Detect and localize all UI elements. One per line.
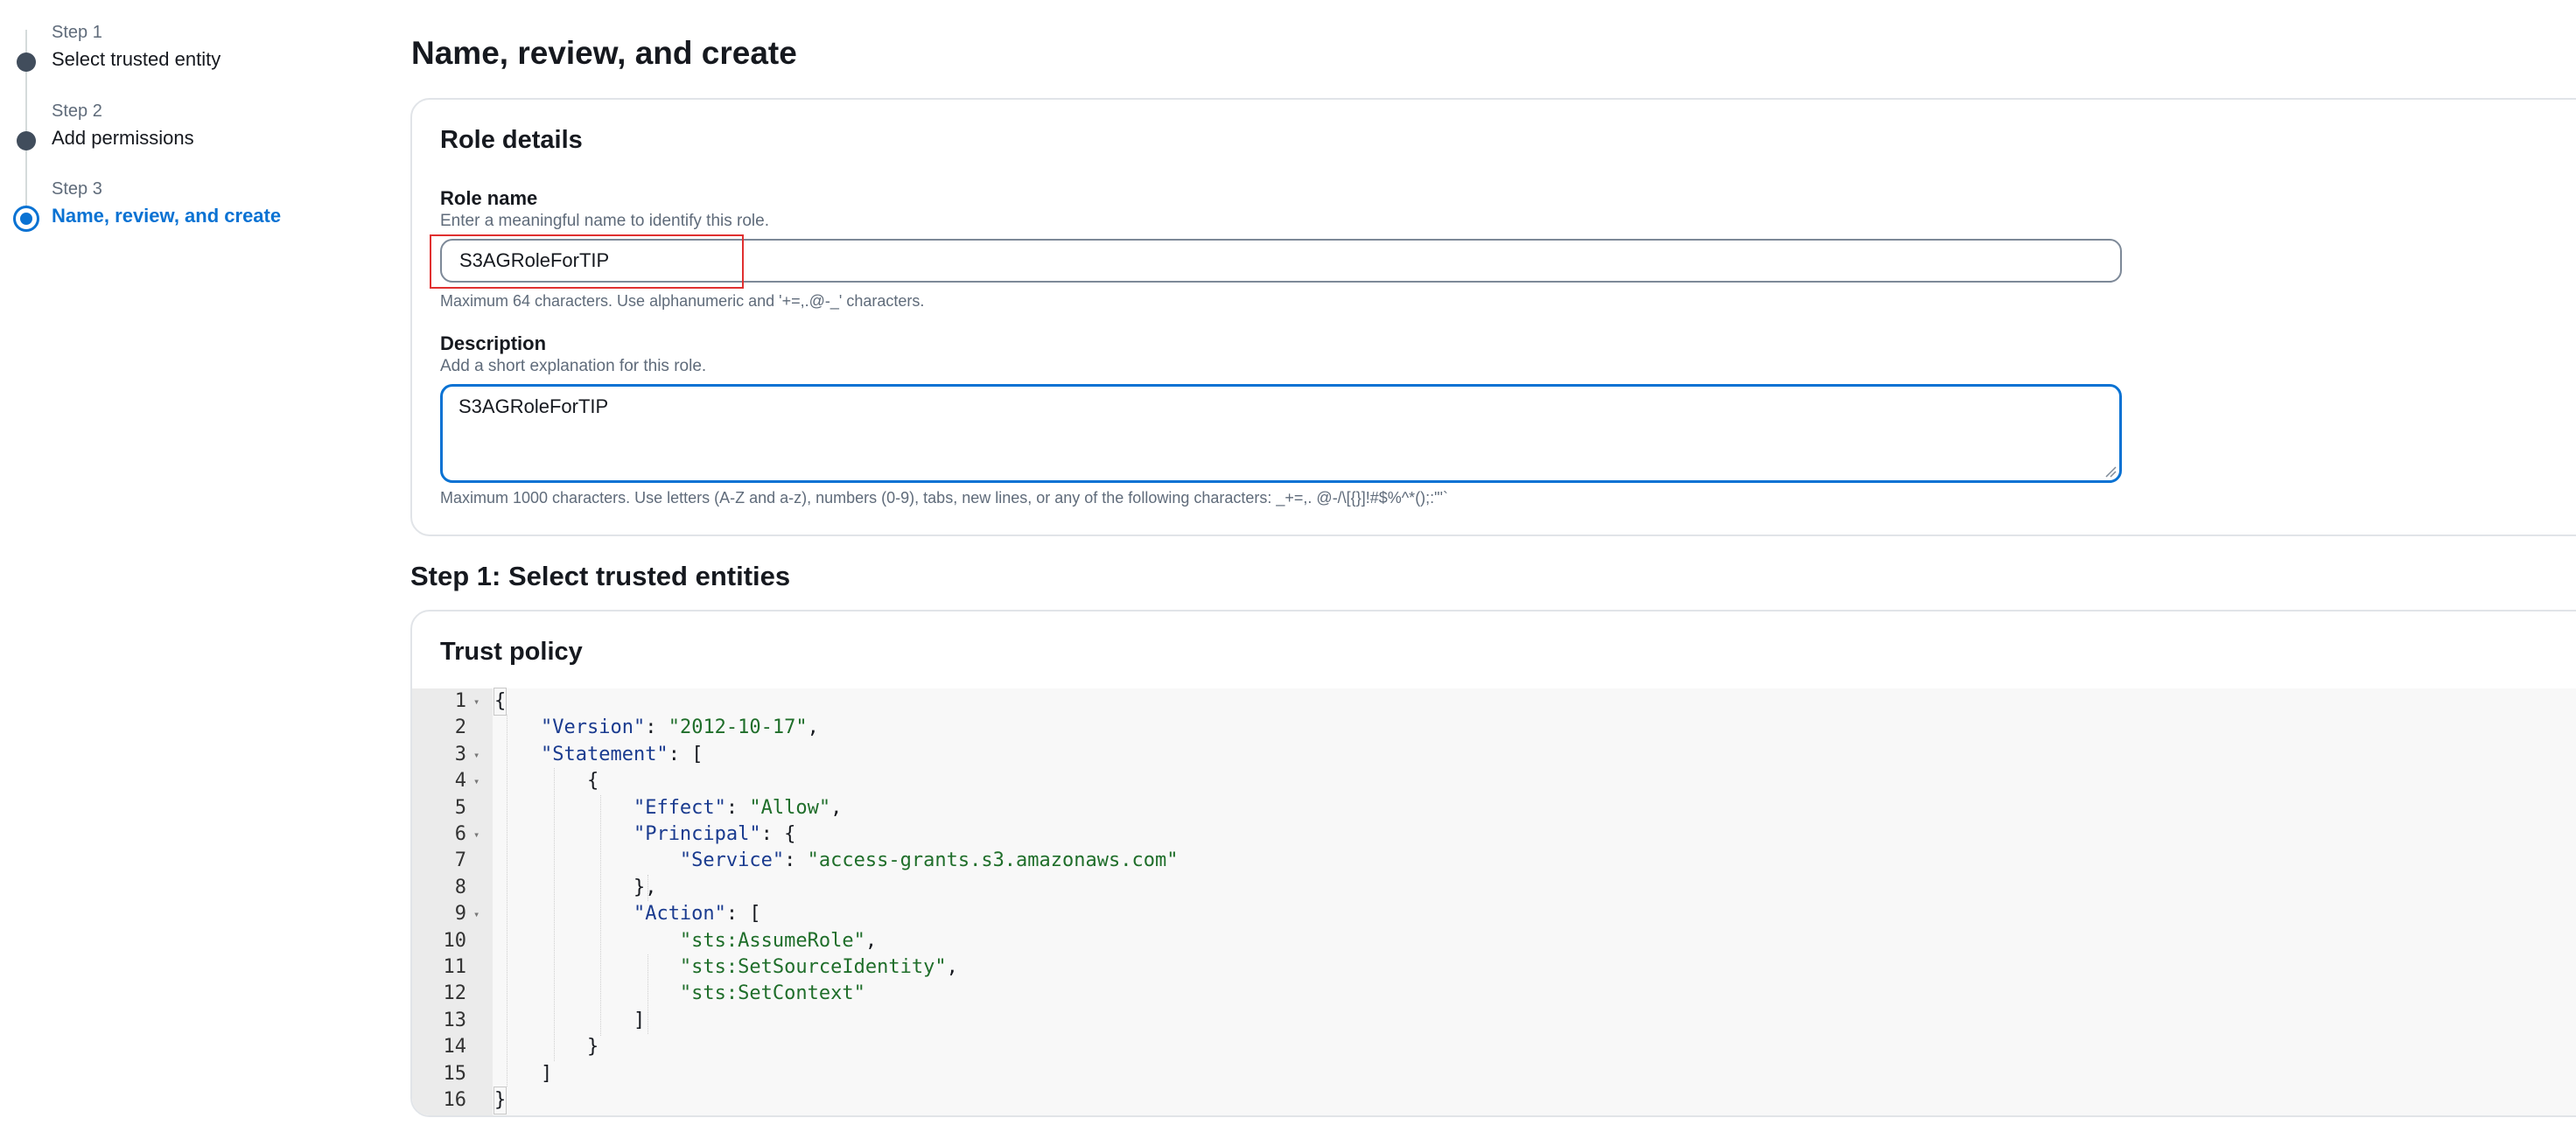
step-current-dot-icon	[13, 206, 39, 232]
line-number: 2	[454, 716, 466, 739]
code-line: 7 "Service": "access-grants.s3.amazonaws…	[412, 848, 2576, 874]
code-token: "Version"	[540, 716, 646, 739]
code-token: "Action"	[633, 903, 726, 926]
wizard-step-1[interactable]: Step 1 Select trusted entity	[0, 19, 385, 89]
line-number: 16	[443, 1089, 467, 1111]
code-line: 15 ]	[412, 1061, 2576, 1087]
code-token: {	[586, 770, 599, 793]
code-line: 13 ]	[412, 1008, 2576, 1034]
code-token: },	[633, 876, 657, 898]
role-name-constraint: Maximum 64 characters. Use alphanumeric …	[440, 292, 925, 310]
code-token: }	[493, 1086, 508, 1115]
step-title[interactable]: Add permissions	[52, 127, 194, 150]
line-number: 5	[454, 796, 466, 819]
step-number: Step 1	[52, 23, 102, 42]
code-line: 11 "sts:SetSourceIdentity",	[412, 954, 2576, 981]
step-completed-dot-icon	[17, 52, 36, 72]
trust-policy-panel: Trust policy 1 ▾ { 2 "Version": "2012-10…	[410, 610, 2576, 1117]
code-token: "2012-10-17"	[668, 716, 808, 739]
code-token: [	[691, 743, 704, 765]
role-name-input[interactable]	[440, 239, 2122, 283]
code-token: "Allow"	[749, 796, 831, 819]
code-line: 2 "Version": "2012-10-17",	[412, 715, 2576, 741]
code-line: 8 },	[412, 875, 2576, 901]
wizard-steps-nav: Step 1 Select trusted entity Step 2 Add …	[0, 0, 385, 262]
step-completed-dot-icon	[17, 131, 36, 150]
trust-policy-header: Trust policy	[440, 638, 583, 666]
line-number: 12	[443, 982, 467, 1005]
line-number: 4	[454, 770, 466, 793]
fold-arrow-icon[interactable]: ▾	[473, 742, 486, 768]
line-number: 15	[443, 1062, 467, 1085]
trust-policy-code-editor[interactable]: 1 ▾ { 2 "Version": "2012-10-17", 3 ▾ "St…	[412, 687, 2576, 1115]
code-token: "Service"	[679, 849, 785, 872]
step-title[interactable]: Select trusted entity	[52, 48, 220, 71]
code-token: ]	[633, 1009, 646, 1031]
line-number: 9	[454, 903, 466, 926]
description-constraint: Maximum 1000 characters. Use letters (A-…	[440, 489, 1448, 507]
description-label: Description	[440, 332, 547, 354]
line-number: 11	[443, 956, 467, 978]
wizard-step-3: Step 3 Name, review, and create	[0, 176, 385, 246]
line-number: 7	[454, 849, 466, 872]
code-token: "Principal"	[633, 823, 761, 845]
code-line: 10 "sts:AssumeRole",	[412, 928, 2576, 954]
code-token: "sts:AssumeRole"	[679, 929, 865, 952]
step-number: Step 2	[52, 101, 102, 121]
role-details-header: Role details	[440, 126, 583, 154]
code-line: 5 "Effect": "Allow",	[412, 795, 2576, 821]
step1-section-heading: Step 1: Select trusted entities	[410, 561, 791, 591]
line-number: 8	[454, 876, 466, 898]
code-token: {	[493, 687, 508, 716]
line-number: 3	[454, 743, 466, 765]
role-name-description: Enter a meaningful name to identify this…	[440, 212, 769, 230]
code-token: ]	[540, 1062, 553, 1085]
line-number: 13	[443, 1009, 467, 1031]
role-name-label: Role name	[440, 187, 538, 209]
fold-arrow-icon[interactable]: ▾	[473, 821, 486, 848]
step-number: Step 3	[52, 179, 102, 199]
step-title: Name, review, and create	[52, 205, 282, 227]
fold-arrow-icon[interactable]: ▾	[473, 688, 486, 715]
code-token: "sts:SetContext"	[679, 982, 865, 1005]
line-number: 14	[443, 1036, 467, 1059]
code-line: 1 ▾ {	[412, 687, 2576, 716]
code-line: 14 }	[412, 1034, 2576, 1060]
code-token: "Effect"	[633, 796, 726, 819]
role-details-panel: Role details Role name Enter a meaningfu…	[410, 98, 2576, 536]
fold-arrow-icon[interactable]: ▾	[473, 901, 486, 927]
code-token: "sts:SetSourceIdentity"	[679, 956, 947, 978]
line-number: 1	[454, 690, 466, 712]
code-line: 6 ▾ "Principal": {	[412, 821, 2576, 848]
code-line: 16 }	[412, 1086, 2576, 1115]
description-textarea[interactable]: S3AGRoleForTIP	[440, 384, 2122, 483]
code-line: 9 ▾ "Action": [	[412, 901, 2576, 927]
code-token: {	[784, 823, 796, 845]
code-token: "Statement"	[540, 743, 668, 765]
code-token: "access-grants.s3.amazonaws.com"	[807, 849, 1179, 872]
line-number: 10	[443, 929, 467, 952]
code-line: 4 ▾ {	[412, 768, 2576, 794]
code-line: 3 ▾ "Statement": [	[412, 742, 2576, 768]
fold-arrow-icon[interactable]: ▾	[473, 768, 486, 794]
page-title: Name, review, and create	[411, 35, 797, 71]
wizard-step-2[interactable]: Step 2 Add permissions	[0, 98, 385, 168]
code-token: }	[586, 1036, 599, 1059]
line-number: 6	[454, 823, 466, 845]
code-token: [	[749, 903, 761, 926]
description-hint: Add a short explanation for this role.	[440, 357, 707, 375]
code-line: 12 "sts:SetContext"	[412, 981, 2576, 1007]
